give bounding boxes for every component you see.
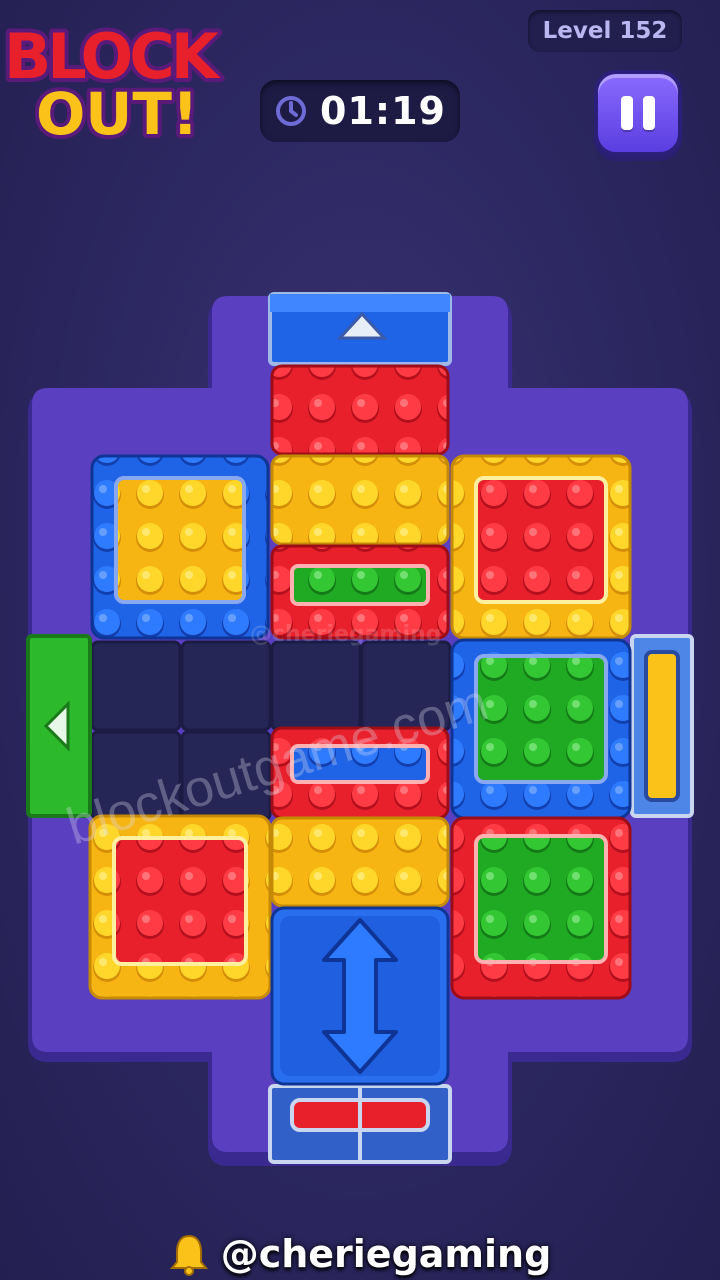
center-yellow-lower-block[interactable] <box>270 816 450 908</box>
footer-credit: @cheriegaming <box>0 1228 720 1280</box>
left-blue-yellow-block[interactable] <box>90 454 270 640</box>
blue-vertical-arrow-block[interactable] <box>270 906 450 1086</box>
right-yellow-red-block[interactable] <box>450 454 632 640</box>
bell-icon <box>169 1234 208 1276</box>
footer-handle: @cheriegaming <box>220 1232 552 1276</box>
top-red-block[interactable] <box>270 364 450 456</box>
gate-bar-icon <box>644 650 680 802</box>
exit-gate-left-green <box>26 634 92 818</box>
watermark-small: @cheriegaming <box>250 622 442 647</box>
center-yellow-block[interactable] <box>270 454 450 546</box>
exit-gate-top-blue <box>268 292 452 366</box>
exit-gate-bottom-red <box>268 1084 452 1164</box>
right-red-green-block[interactable] <box>450 816 632 1000</box>
